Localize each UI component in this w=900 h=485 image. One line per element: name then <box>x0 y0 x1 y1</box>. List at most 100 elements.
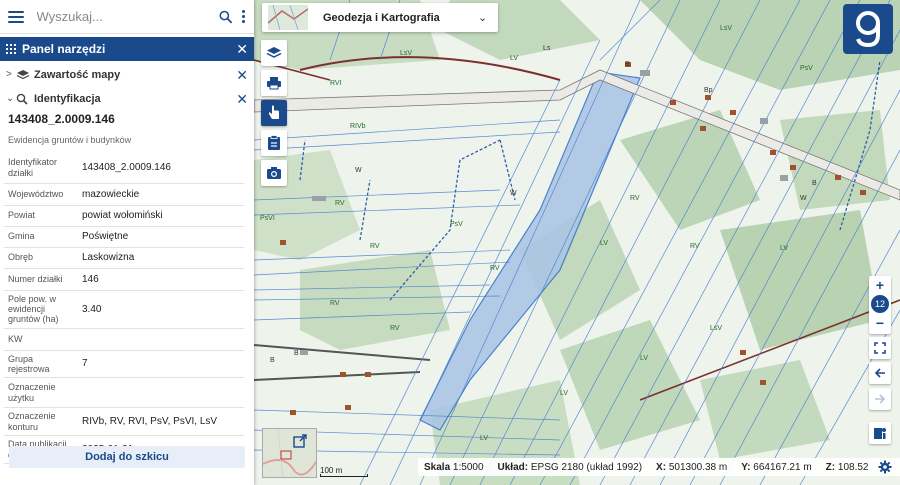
svg-text:LV: LV <box>510 55 518 62</box>
svg-text:LV: LV <box>480 435 488 442</box>
svg-text:LV: LV <box>560 390 568 397</box>
camera-icon <box>267 167 281 179</box>
svg-text:LV: LV <box>780 245 788 252</box>
search-bar <box>0 0 254 34</box>
z-coordinate: Z: 108.52 <box>825 461 869 473</box>
clipboard-icon <box>268 135 280 150</box>
table-row: Oznaczenie konturu RIVb, RV, RVI, PsV, Ps… <box>4 407 244 437</box>
svg-text:W: W <box>355 167 362 174</box>
fullscreen-icon <box>874 342 886 354</box>
chevron-down-icon[interactable]: ⌄ <box>478 11 498 24</box>
layer-thumbnail <box>268 5 308 30</box>
apps-grid-icon <box>6 44 16 54</box>
x-coordinate: X: 501300.38 m <box>656 461 728 473</box>
svg-text:RV: RV <box>330 300 340 307</box>
svg-text:PsV: PsV <box>800 65 813 72</box>
chevron-down-icon[interactable]: ⌄ <box>6 93 16 104</box>
full-extent-button[interactable] <box>869 337 891 359</box>
street-view-button[interactable] <box>869 422 891 444</box>
panel-title: Panel narzędzi <box>22 42 106 56</box>
table-row: Obręb Laskowizna <box>4 247 244 269</box>
svg-text:LV: LV <box>640 355 648 362</box>
search-icon <box>16 93 28 105</box>
scale-bar-line <box>320 474 368 477</box>
svg-text:RV: RV <box>690 243 700 250</box>
next-extent-button[interactable] <box>869 388 891 410</box>
map-person-icon <box>874 428 886 439</box>
svg-text:B: B <box>812 180 817 187</box>
data-source: Ewidencja gruntów i budynków <box>8 135 132 145</box>
layers-icon <box>16 69 30 79</box>
svg-text:LsV: LsV <box>710 325 722 332</box>
printer-icon <box>267 77 281 90</box>
expand-overview-icon[interactable] <box>293 434 307 448</box>
svg-text:Bp: Bp <box>704 87 713 94</box>
svg-text:B: B <box>625 61 630 68</box>
svg-text:RV: RV <box>490 265 500 272</box>
table-row: Gmina Poświętne <box>4 226 244 248</box>
attributes-table: Identyfikator działki 143408_2.0009.146 W… <box>4 153 244 464</box>
svg-text:RV: RV <box>370 243 380 250</box>
table-row: Identyfikator działki 143408_2.0009.146 <box>4 153 244 184</box>
status-bar: Skala 1:5000 Układ: EPSG 2180 (układ 199… <box>418 458 900 476</box>
zoom-control: + 12 − <box>869 276 891 334</box>
clipboard-tool-button[interactable] <box>261 130 287 156</box>
svg-text:RIVb: RIVb <box>350 123 366 130</box>
close-panel-icon[interactable]: ✕ <box>236 42 248 56</box>
geoportal-g-icon <box>856 11 880 48</box>
svg-text:B: B <box>270 357 275 364</box>
scale-bar: 100 m <box>320 466 368 477</box>
chevron-right-icon[interactable]: > <box>6 69 16 80</box>
screenshot-tool-button[interactable] <box>261 160 287 186</box>
layers-tool-button[interactable] <box>261 40 287 66</box>
layer-selector[interactable]: Geodezja i Kartografia ⌄ <box>262 3 498 32</box>
section-label-map-content: Zawartość mapy <box>34 68 121 81</box>
table-row: Województwo mazowieckie <box>4 183 244 206</box>
table-row: Oznaczenie użytku <box>4 377 244 409</box>
svg-text:Ls: Ls <box>543 45 551 52</box>
section-label-identification: Identyfikacja <box>34 92 101 105</box>
section-identification[interactable]: ⌄ Identyfikacja ✕ <box>0 88 254 109</box>
section-map-content[interactable]: > Zawartość mapy ✕ <box>0 64 254 85</box>
hamburger-menu-icon[interactable] <box>8 10 24 23</box>
add-to-sketch-button[interactable]: Dodaj do szkicu <box>9 446 245 468</box>
table-row: Numer działki 146 <box>4 268 244 291</box>
print-tool-button[interactable] <box>261 70 287 96</box>
zoom-out-button[interactable]: − <box>869 314 891 332</box>
svg-text:RV: RV <box>335 200 345 207</box>
y-coordinate: Y: 664167.21 m <box>741 461 812 473</box>
svg-text:RVI: RVI <box>330 80 342 87</box>
search-icon[interactable] <box>219 10 233 24</box>
svg-text:PsVI: PsVI <box>260 215 275 222</box>
svg-text:LsV: LsV <box>400 50 412 57</box>
search-input[interactable] <box>36 9 213 24</box>
overview-map-image <box>263 429 316 477</box>
svg-text:RV: RV <box>390 325 400 332</box>
zoom-in-button[interactable]: + <box>869 276 891 294</box>
pointer-hand-icon <box>268 105 279 119</box>
geoportal-logo[interactable] <box>843 4 893 54</box>
crs-readout[interactable]: Układ: EPSG 2180 (układ 1992) <box>498 462 643 473</box>
scale-readout[interactable]: Skala 1:5000 <box>424 462 484 473</box>
table-row: Pole pow. w ewidencji gruntów (ha) 3.40 <box>4 290 244 329</box>
overview-map[interactable] <box>262 428 317 478</box>
svg-text:LV: LV <box>600 240 608 247</box>
layer-name: Geodezja i Kartografia <box>323 11 440 24</box>
more-options-icon[interactable] <box>242 10 246 23</box>
close-identification-icon[interactable]: ✕ <box>236 92 248 106</box>
table-row: Powiat powiat wołomiński <box>4 205 244 227</box>
svg-text:W: W <box>800 195 807 202</box>
close-map-content-icon[interactable]: ✕ <box>236 68 248 82</box>
svg-text:PsV: PsV <box>450 221 463 228</box>
svg-text:B: B <box>294 350 299 357</box>
layers-icon <box>266 47 282 58</box>
tools-panel: Panel narzędzi ✕ > Zawartość mapy ✕ ⌄ Id… <box>0 0 254 485</box>
gear-icon[interactable] <box>878 460 892 474</box>
arrow-right-icon <box>875 394 886 404</box>
map-thumbnail-icon <box>268 5 308 30</box>
previous-extent-button[interactable] <box>869 362 891 384</box>
svg-text:RV: RV <box>630 195 640 202</box>
panel-header: Panel narzędzi ✕ <box>0 37 254 61</box>
arrow-left-icon <box>874 368 885 378</box>
identify-tool-button[interactable] <box>261 100 287 126</box>
